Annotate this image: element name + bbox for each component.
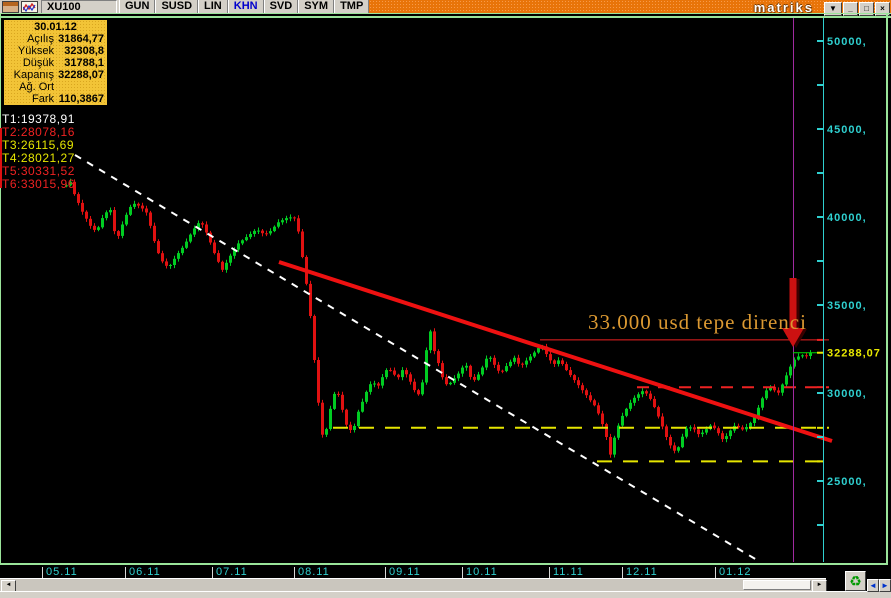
x-axis-tick: [385, 567, 386, 578]
status-bar: [0, 591, 891, 598]
titlebar: XU100 GUN SUSD LIN KHN SVD SYM TMP matriks ▼ _ □…: [0, 0, 891, 16]
scrollbar-thumb[interactable]: [743, 580, 811, 590]
quote-date: 30.01.12: [34, 21, 77, 33]
toolbar-button-lin[interactable]: LIN: [198, 0, 228, 14]
x-axis-tick: [715, 567, 716, 578]
titlebar-fill: matriks ▼ _ □ ×: [369, 0, 891, 16]
y-axis-label: 35000,: [827, 300, 867, 312]
candles-layer: [65, 178, 812, 458]
down-arrow-icon: [782, 278, 804, 347]
frame-bottom-line: [0, 563, 888, 565]
trend-label: T6:33015,96: [2, 177, 75, 191]
quote-row: Kapanış 32288,07: [13, 69, 104, 81]
toolbar-button-svd[interactable]: SVD: [263, 0, 299, 14]
y-axis: 50000, 45000, 40000, 35000, 30000, 25000, 3228…: [817, 18, 881, 562]
y-axis-label: 25000,: [827, 476, 867, 488]
horizontal-scrollbar[interactable]: ◄ ►: [0, 578, 827, 592]
quote-row: Açılış 31864,77: [27, 33, 104, 45]
toolbar-buttons: GUN SUSD LIN KHN SVD SYM TMP: [119, 0, 370, 14]
x-axis-tick: [125, 567, 126, 578]
y-axis-label: 45000,: [827, 124, 867, 136]
window-icon[interactable]: [2, 1, 19, 13]
left-edge-marker: [0, 128, 2, 188]
frame-left-line: [0, 13, 1, 565]
toolbar-button-gun[interactable]: GUN: [119, 0, 156, 14]
x-axis-label: 11.11: [553, 566, 584, 578]
x-axis-label: 08.11: [298, 566, 330, 578]
quote-row: Düşük 31788,1: [22, 57, 104, 69]
page-next-button[interactable]: ►: [879, 579, 891, 592]
toolbar: XU100 GUN SUSD LIN KHN SVD SYM TMP: [0, 0, 370, 14]
page-prev-button[interactable]: ◄: [867, 579, 879, 592]
frame-top-line-1: [0, 13, 891, 14]
arrow-shadow: [785, 279, 807, 348]
y-axis-label: 30000,: [827, 388, 867, 400]
level-lines: [333, 338, 829, 463]
x-axis-label: 07.11: [216, 566, 248, 578]
y-axis-label: 50000,: [827, 36, 867, 48]
symbol-field[interactable]: XU100: [41, 0, 117, 14]
trendline-values: T1:19378,91 T2:28078,16 T3:26115,69 T4:2802…: [2, 113, 75, 191]
quote-row: Fark 110,3867: [32, 93, 104, 105]
x-axis-label: 06.11: [129, 566, 161, 578]
toolbar-button-khn[interactable]: KHN: [227, 0, 264, 14]
x-axis-tick: [549, 567, 550, 578]
refresh-button[interactable]: ♻: [845, 571, 866, 591]
x-axis-tick: [212, 567, 213, 578]
y-axis-label: 40000,: [827, 212, 867, 224]
x-axis-label: 05.11: [46, 566, 78, 578]
quote-panel: 30.01.12 Açılış 31864,77 Yüksek 32308,8 Düşü…: [3, 19, 108, 106]
toolbar-button-tmp[interactable]: TMP: [334, 0, 370, 14]
frame-right-line: [886, 13, 888, 565]
T2-red-downtrend: [278, 260, 833, 443]
resistance-annotation: 33.000 usd tepe direnci: [588, 310, 807, 334]
trendlines: [74, 154, 833, 561]
chart-icon[interactable]: [21, 1, 38, 13]
toolbar-button-susd[interactable]: SUSD: [155, 0, 199, 14]
x-axis-tick: [462, 567, 463, 578]
x-axis-label: 01.12: [719, 566, 752, 578]
frame-top-line-2: [0, 16, 891, 18]
quote-row: Yüksek 32308,8: [17, 45, 104, 57]
quote-row: Ağ. Ort: [19, 81, 54, 93]
x-axis-tick: [294, 567, 295, 578]
toolbar-button-sym[interactable]: SYM: [298, 0, 335, 14]
x-axis-label: 09.11: [389, 566, 421, 578]
x-axis-tick: [42, 567, 43, 578]
T1-white-downtrend: [74, 154, 758, 561]
last-price-label: 32288,07: [827, 348, 881, 360]
quote-rows: Açılış 31864,77 Yüksek 32308,8 Düşük 31788,1 K…: [4, 33, 107, 105]
x-axis-tick: [622, 567, 623, 578]
x-axis-label: 10.11: [466, 566, 498, 578]
price-chart: 33.000 usd tepe direnci 50000, 45000, 40000…: [65, 18, 881, 562]
matriks-chart-window: XU100 GUN SUSD LIN KHN SVD SYM TMP matriks ▼ _ □…: [0, 0, 891, 598]
x-axis-label: 12.11: [626, 566, 658, 578]
x-axis-dates: 05.11 06.11 07.11 08.11 09.11 10.11 11.11 12.11…: [0, 566, 826, 578]
